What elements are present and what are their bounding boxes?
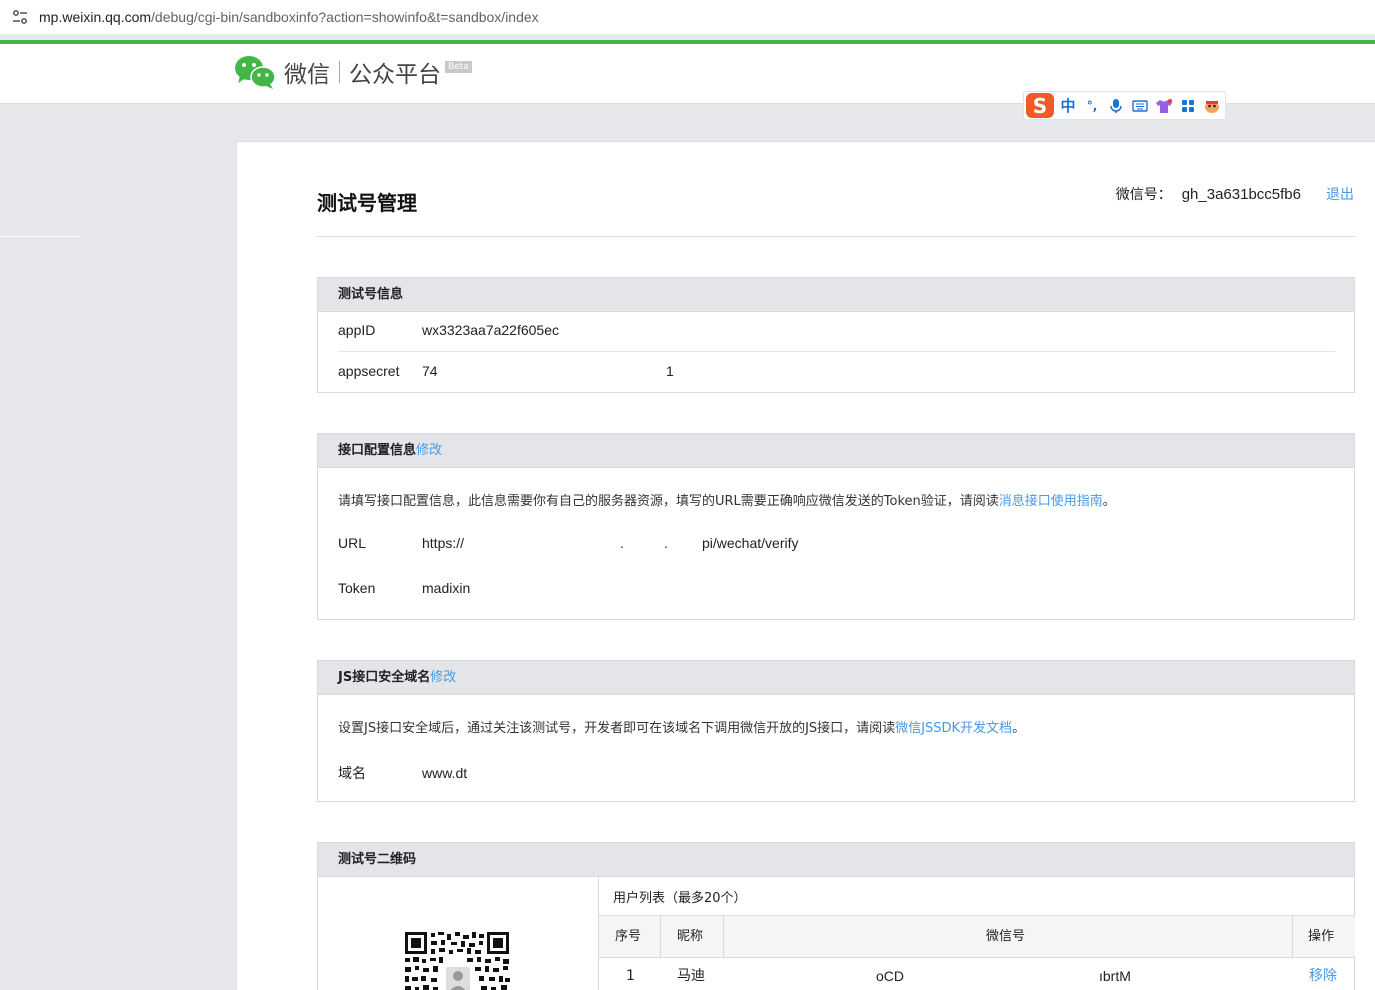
mic-icon[interactable]	[1104, 96, 1128, 116]
column-header: 微信号	[986, 929, 1026, 944]
page-title: 测试号管理	[317, 191, 417, 215]
section-title: 接口配置信息	[338, 443, 417, 458]
column-header: 操作	[1308, 929, 1335, 944]
beta-badge: Beta	[445, 61, 472, 73]
row-wxid-start: oCD	[876, 968, 905, 984]
wechat-logo-icon	[235, 56, 276, 89]
section-heading: 接口配置信息修改	[318, 434, 1354, 468]
url-dot: .	[620, 535, 624, 551]
token-row: Token madixin	[338, 580, 470, 596]
title-divider	[317, 236, 1355, 237]
url-path: /debug/cgi-bin/sandboxinfo?action=showin…	[151, 9, 539, 25]
address-url[interactable]: mp.weixin.qq.com/debug/cgi-bin/sandboxin…	[39, 9, 539, 25]
table-header-row: 序号 昵称 微信号 操作	[599, 916, 1355, 958]
user-table: 序号 昵称 微信号 操作 1 马迪 oCD ıbrtM 移除	[599, 915, 1355, 990]
sogou-logo-icon[interactable]: S	[1024, 90, 1056, 120]
site-settings-icon[interactable]	[11, 8, 29, 26]
ime-toolbar[interactable]: S 中 °,	[1023, 91, 1226, 120]
platform-text: 公众平台	[349, 61, 441, 87]
qrcode-area	[318, 877, 599, 990]
appsecret-label: appsecret	[338, 363, 400, 379]
apps-icon[interactable]	[1176, 96, 1200, 116]
column-header: 序号	[615, 929, 642, 944]
api-config-section: 接口配置信息修改 请填写接口配置信息，此信息需要你有自己的服务器资源，填写的UR…	[317, 433, 1355, 620]
ime-punct-toggle[interactable]: °,	[1080, 96, 1104, 116]
desc-text: 请填写接口配置信息，此信息需要你有自己的服务器资源，填写的URL需要正确响应微信…	[338, 494, 999, 509]
appid-value: wx3323aa7a22f605ec	[422, 322, 560, 338]
column-divider	[1292, 916, 1293, 958]
domain-value: www.dt	[422, 765, 468, 781]
url-label: URL	[338, 535, 367, 551]
account-info: 微信号： gh_3a631bcc5fb6 退出	[1116, 184, 1354, 204]
mascot-icon[interactable]	[1200, 96, 1224, 116]
brand-text: 微信	[284, 61, 330, 87]
shirt-icon[interactable]	[1152, 96, 1176, 116]
row-wxid-end: ıbrtM	[1099, 968, 1131, 984]
desc-end: 。	[1102, 494, 1116, 509]
api-config-description: 请填写接口配置信息，此信息需要你有自己的服务器资源，填写的URL需要正确响应微信…	[338, 490, 1116, 509]
edit-api-config-link[interactable]: 修改	[416, 443, 442, 458]
column-divider	[723, 916, 724, 958]
svg-text:S: S	[1033, 94, 1047, 118]
test-info-section: 测试号信息 appID wx3323aa7a22f605ec appsecret 7…	[317, 277, 1355, 393]
row-divider	[338, 351, 1335, 352]
appsecret-row: appsecret 74 1	[338, 363, 674, 379]
qrcode-section: 测试号二维码 用户列表（最多20个） 序号 昵称 微信号 操作 1 马迪 oCD…	[317, 842, 1355, 990]
appsecret-value-end: 1	[666, 363, 674, 379]
js-domain-section: JS接口安全域名修改 设置JS接口安全域后，通过关注该测试号，开发者即可在该域名…	[317, 660, 1355, 802]
wechat-logo[interactable]: 微信 公众平台 Beta	[234, 54, 472, 90]
token-label: Token	[338, 580, 376, 596]
url-dot: .	[664, 535, 668, 551]
main-panel: 测试号管理 微信号： gh_3a631bcc5fb6 退出 测试号信息 appI…	[236, 141, 1375, 990]
row-index: 1	[626, 968, 635, 984]
url-row: URL https:// . . pi/wechat/verify	[338, 535, 798, 551]
token-value: madixin	[422, 580, 471, 596]
account-value: gh_3a631bcc5fb6	[1181, 185, 1301, 203]
remove-user-link[interactable]: 移除	[1309, 958, 1337, 990]
edit-js-domain-link[interactable]: 修改	[430, 670, 456, 685]
table-row: 1 马迪 oCD ıbrtM 移除	[599, 958, 1355, 990]
jssdk-docs-link[interactable]: 微信JSSDK开发文档	[895, 721, 1012, 736]
logout-link[interactable]: 退出	[1326, 184, 1354, 204]
url-value-end: pi/wechat/verify	[702, 535, 799, 551]
url-host: mp.weixin.qq.com	[39, 9, 152, 25]
section-heading: JS接口安全域名修改	[318, 661, 1354, 695]
message-api-guide-link[interactable]: 消息接口使用指南	[999, 494, 1103, 509]
sidebar-divider	[0, 236, 81, 237]
section-title: 测试号信息	[338, 287, 404, 302]
domain-row: 域名 www.dt	[338, 763, 467, 783]
appsecret-value-start: 74	[422, 363, 438, 379]
desc-text: 设置JS接口安全域后，通过关注该测试号，开发者即可在该域名下调用微信开放的JS接…	[338, 721, 896, 736]
column-header: 昵称	[677, 929, 704, 944]
account-label: 微信号：	[1115, 187, 1172, 203]
section-title: JS接口安全域名	[338, 670, 431, 685]
domain-label: 域名	[338, 765, 366, 781]
section-heading: 测试号二维码	[318, 843, 1354, 877]
row-nickname: 马迪	[677, 968, 705, 984]
user-list-title: 用户列表（最多20个）	[613, 891, 747, 906]
section-heading: 测试号信息	[318, 278, 1354, 312]
appid-label: appID	[338, 322, 376, 338]
js-domain-description: 设置JS接口安全域后，通过关注该测试号，开发者即可在该域名下调用微信开放的JS接…	[338, 717, 1025, 736]
qrcode-image	[405, 932, 510, 990]
column-divider	[660, 916, 661, 958]
ime-lang-toggle[interactable]: 中	[1056, 96, 1080, 116]
url-value-start: https://	[422, 535, 465, 551]
browser-address-bar[interactable]: mp.weixin.qq.com/debug/cgi-bin/sandboxin…	[0, 0, 1375, 34]
section-title: 测试号二维码	[338, 852, 417, 867]
desc-end: 。	[1012, 721, 1026, 736]
brand-divider	[339, 61, 340, 83]
keyboard-icon[interactable]	[1128, 96, 1152, 116]
appid-row: appID wx3323aa7a22f605ec	[338, 322, 559, 338]
